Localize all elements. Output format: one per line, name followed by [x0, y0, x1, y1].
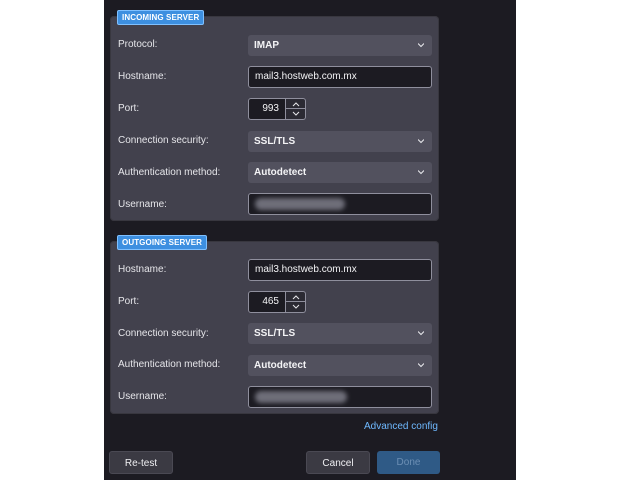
- chevron-down-icon: [418, 170, 424, 175]
- incoming-port-stepper[interactable]: 993: [248, 98, 308, 120]
- outgoing-security-value: SSL/TLS: [254, 328, 296, 339]
- incoming-hostname-label: Hostname:: [118, 71, 167, 82]
- incoming-auth-label: Authentication method:: [118, 167, 221, 178]
- outgoing-port-input[interactable]: 465: [248, 291, 286, 313]
- spin-up-icon: [292, 102, 300, 107]
- incoming-username-label: Username:: [118, 199, 167, 210]
- incoming-protocol-select[interactable]: IMAP: [248, 35, 432, 56]
- chevron-down-icon: [418, 363, 424, 368]
- incoming-port-decrement[interactable]: [285, 109, 306, 120]
- outgoing-port-decrement[interactable]: [285, 302, 306, 313]
- outgoing-security-label: Connection security:: [118, 328, 209, 339]
- incoming-server-legend: INCOMING SERVER: [117, 10, 205, 25]
- outgoing-server-legend: OUTGOING SERVER: [117, 235, 208, 250]
- retest-button[interactable]: Re-test: [109, 451, 173, 474]
- spin-up-icon: [292, 295, 300, 300]
- incoming-auth-select[interactable]: Autodetect: [248, 162, 432, 183]
- redacted-username: [255, 391, 347, 403]
- chevron-down-icon: [418, 331, 424, 336]
- outgoing-hostname-input[interactable]: mail3.hostweb.com.mx: [248, 259, 432, 281]
- outgoing-hostname-label: Hostname:: [118, 264, 167, 275]
- outgoing-port-increment[interactable]: [285, 291, 306, 302]
- incoming-security-value: SSL/TLS: [254, 136, 296, 147]
- incoming-port-input[interactable]: 993: [248, 98, 286, 120]
- outgoing-auth-label: Authentication method:: [118, 359, 221, 370]
- incoming-protocol-value: IMAP: [254, 40, 279, 51]
- incoming-hostname-input[interactable]: mail3.hostweb.com.mx: [248, 66, 432, 88]
- incoming-protocol-label: Protocol:: [118, 39, 158, 50]
- outgoing-port-label: Port:: [118, 296, 140, 307]
- incoming-security-select[interactable]: SSL/TLS: [248, 131, 432, 152]
- outgoing-port-stepper[interactable]: 465: [248, 291, 308, 313]
- incoming-username-input[interactable]: [248, 193, 432, 215]
- outgoing-username-input[interactable]: [248, 386, 432, 408]
- outgoing-username-label: Username:: [118, 391, 167, 402]
- incoming-security-label: Connection security:: [118, 135, 209, 146]
- done-button[interactable]: Done: [377, 451, 440, 474]
- chevron-down-icon: [418, 139, 424, 144]
- advanced-config-link[interactable]: Advanced config: [364, 421, 438, 432]
- incoming-auth-value: Autodetect: [254, 167, 307, 178]
- outgoing-auth-value: Autodetect: [254, 360, 307, 371]
- outgoing-security-select[interactable]: SSL/TLS: [248, 323, 432, 344]
- incoming-port-increment[interactable]: [285, 98, 306, 109]
- outgoing-auth-select[interactable]: Autodetect: [248, 355, 432, 376]
- chevron-down-icon: [418, 43, 424, 48]
- spin-down-icon: [292, 111, 300, 116]
- cancel-button[interactable]: Cancel: [306, 451, 370, 474]
- spin-down-icon: [292, 304, 300, 309]
- incoming-port-label: Port:: [118, 103, 140, 114]
- redacted-username: [255, 198, 345, 210]
